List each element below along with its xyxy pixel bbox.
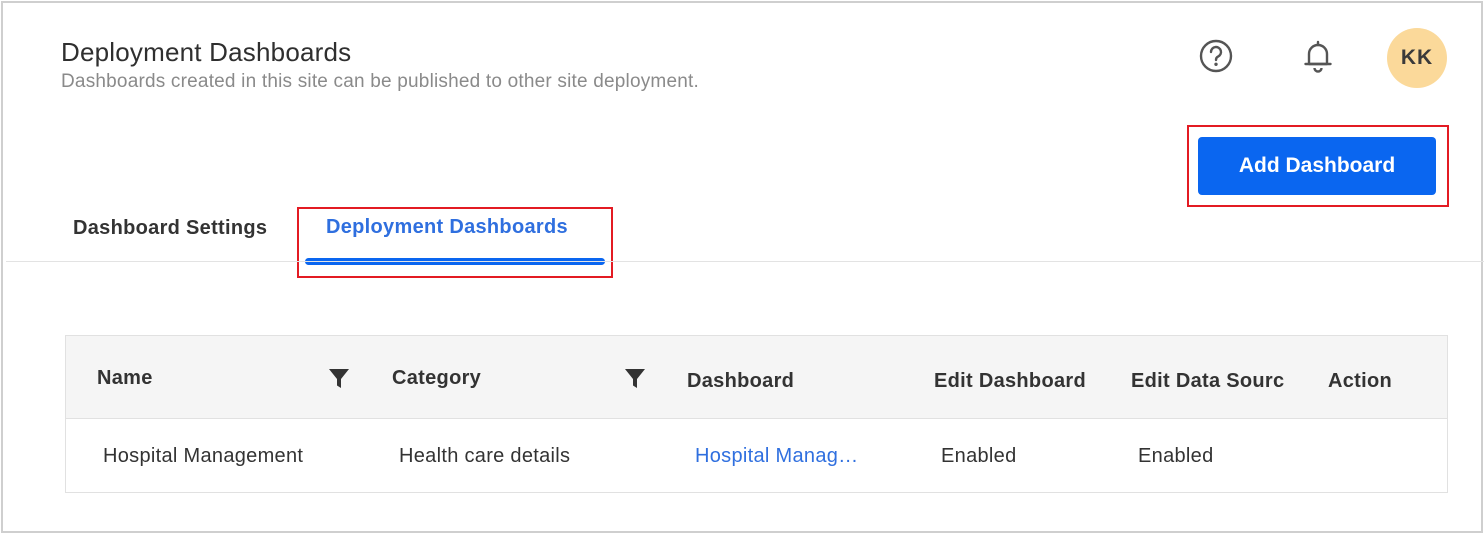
tab-dashboard-settings[interactable]: Dashboard Settings [73,217,267,240]
help-icon[interactable] [1197,37,1235,75]
page-subtitle: Dashboards created in this site can be p… [61,71,699,92]
category-filter-icon[interactable] [624,368,646,390]
column-header-category[interactable]: Category [392,367,481,390]
table-header-row: Name Category Dashboard Edit Dashboard E… [66,336,1447,419]
column-header-edit-data-source[interactable]: Edit Data Sourc [1131,370,1303,393]
name-filter-icon[interactable] [328,368,350,390]
app-frame: Deployment Dashboards Dashboards created… [1,1,1484,533]
dashboards-table: Name Category Dashboard Edit Dashboard E… [65,335,1448,493]
bell-icon[interactable] [1299,37,1337,75]
column-header-edit-dashboard[interactable]: Edit Dashboard [934,370,1086,393]
cell-name: Hospital Management [103,445,304,467]
column-header-action[interactable]: Action [1328,370,1392,393]
cell-edit-dashboard: Enabled [941,445,1017,467]
cell-category: Health care details [399,445,571,467]
page-title: Deployment Dashboards [61,37,352,67]
avatar[interactable]: KK [1387,28,1447,88]
tabs-divider [6,261,1484,262]
column-header-dashboard[interactable]: Dashboard [687,370,794,393]
column-header-name[interactable]: Name [97,367,153,390]
deployment-tab-highlight [297,207,613,278]
cell-edit-data-source: Enabled [1138,445,1214,467]
add-dashboard-button[interactable]: Add Dashboard [1198,137,1436,195]
dashboard-link[interactable]: Hospital Manag… [695,445,885,468]
